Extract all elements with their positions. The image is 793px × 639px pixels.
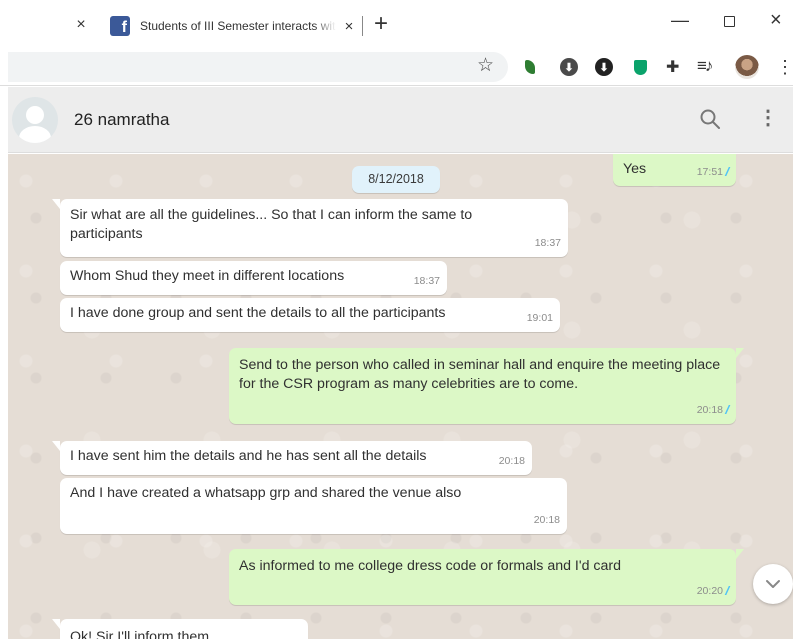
tab-title: Students of III Semester interacts with	[140, 19, 336, 33]
message-bubble-outgoing[interactable]: Yes 17:51//	[613, 154, 736, 186]
date-chip: 8/12/2018	[352, 166, 440, 193]
message-text: Ok! Sir I'll inform them	[70, 629, 210, 639]
facebook-favicon-icon: f	[110, 16, 130, 36]
tab-separator	[362, 16, 363, 36]
message-bubble-incoming[interactable]: I have done group and sent the details t…	[60, 298, 560, 332]
extension-arrow-icon[interactable]: ⬇	[595, 58, 613, 76]
profile-avatar[interactable]	[735, 55, 759, 79]
message-bubble-outgoing[interactable]: Send to the person who called in seminar…	[229, 348, 744, 424]
message-text: I have sent him the details and he has s…	[70, 448, 427, 464]
message-time: 20:18	[533, 514, 560, 526]
read-ticks-icon: //	[726, 582, 730, 601]
chat-menu-icon[interactable]: ⋮	[758, 106, 778, 130]
chevron-down-icon	[766, 580, 780, 588]
previous-tab-close-icon[interactable]: ×	[72, 16, 90, 34]
browser-tabstrip: × f Students of III Semester interacts w…	[0, 0, 793, 50]
address-bar[interactable]	[8, 52, 508, 82]
tab-close-icon[interactable]: ×	[342, 18, 356, 35]
message-bubble-outgoing[interactable]: As informed to me college dress code or …	[229, 549, 744, 605]
bookmark-star-icon[interactable]: ☆	[477, 54, 494, 77]
message-bubble-incoming[interactable]: Ok! Sir I'll inform them	[52, 619, 308, 639]
message-time: 20:18//	[697, 401, 730, 420]
extensions-puzzle-icon[interactable]: ✚	[666, 57, 679, 77]
extension-shield-icon[interactable]	[631, 58, 649, 76]
message-text: Sir what are all the guidelines... So th…	[70, 207, 473, 242]
browser-menu-icon[interactable]: ⋮	[776, 55, 793, 79]
scroll-to-bottom-button[interactable]	[753, 564, 793, 604]
message-text: I have done group and sent the details t…	[70, 305, 446, 321]
message-bubble-incoming[interactable]: Whom Shud they meet in different locatio…	[60, 261, 447, 295]
message-time: 20:18	[498, 455, 525, 467]
message-text: Send to the person who called in seminar…	[239, 357, 721, 392]
message-bubble-incoming[interactable]: And I have created a whatsapp grp and sh…	[60, 478, 567, 534]
contact-name[interactable]: 26 namratha	[74, 110, 169, 130]
message-text: Whom Shud they meet in different locatio…	[70, 268, 345, 284]
window-close-button[interactable]: ×	[770, 9, 782, 32]
message-time: 17:51//	[697, 163, 730, 182]
message-bubble-incoming[interactable]: I have sent him the details and he has s…	[52, 441, 532, 475]
extension-leaf-icon[interactable]	[521, 58, 539, 76]
window-maximize-button[interactable]	[724, 16, 735, 27]
chat-header: 26 namratha ⋮	[8, 87, 793, 153]
browser-toolbar: ☆ ⬇ ⬇ ✚ ≡♪ ⋮	[0, 50, 793, 86]
message-text: Yes	[623, 161, 647, 177]
message-text: As informed to me college dress code or …	[239, 558, 622, 574]
extension-download-icon[interactable]: ⬇	[560, 58, 578, 76]
chat-panel[interactable]: 8/12/2018 Yes 17:51// Sir what are all t…	[8, 154, 793, 639]
message-time: 20:20//	[697, 582, 730, 601]
read-ticks-icon: //	[726, 163, 730, 182]
read-ticks-icon: //	[726, 401, 730, 420]
new-tab-button[interactable]: +	[374, 12, 388, 36]
message-time: 18:37	[534, 237, 561, 249]
message-time: 18:37	[413, 275, 440, 287]
browser-tab[interactable]: f Students of III Semester interacts wit…	[96, 8, 358, 44]
contact-avatar[interactable]	[12, 97, 58, 143]
window-minimize-button[interactable]: —	[671, 10, 689, 31]
message-time: 19:01	[526, 312, 553, 324]
message-bubble-incoming[interactable]: Sir what are all the guidelines... So th…	[52, 199, 568, 257]
search-icon[interactable]	[699, 108, 721, 130]
message-text: And I have created a whatsapp grp and sh…	[70, 485, 462, 501]
reading-list-icon[interactable]: ≡♪	[697, 56, 713, 76]
